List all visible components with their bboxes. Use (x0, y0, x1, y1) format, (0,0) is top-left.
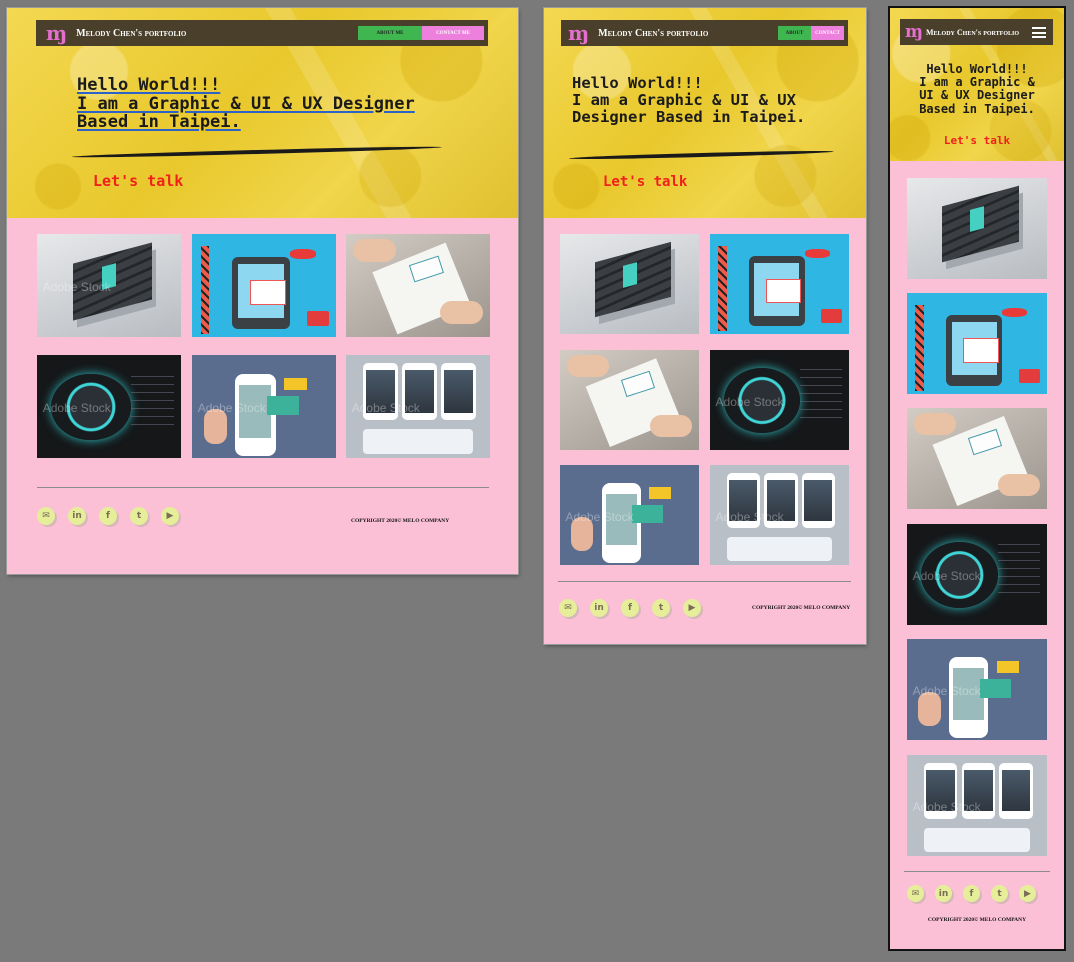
site-brand[interactable]: Melody Chen's portfolio (598, 28, 708, 39)
hamburger-menu-icon[interactable] (1032, 27, 1046, 38)
lets-talk-link[interactable]: Let's talk (890, 134, 1064, 147)
hero-line-1: Hello World!!! (572, 74, 703, 92)
hero-line-4: Based in Taipei. (919, 101, 1035, 116)
gallery-tile-hands-sketching[interactable] (346, 234, 490, 337)
logo-icon[interactable]: ɱ (905, 23, 923, 41)
artboard-desktop: ɱ Melody Chen's portfolio ABOUT ME CONTA… (7, 8, 518, 574)
twitter-icon[interactable]: t (991, 885, 1008, 902)
social-links: ✉ in f t ▶ (907, 885, 1036, 902)
hero-heading: Hello World!!! I am a Graphic & UI & UX … (572, 74, 806, 127)
hero-line-3: Based in Taipei. (77, 112, 241, 133)
lets-talk-link[interactable]: Let's talk (603, 174, 687, 190)
footer-divider (904, 871, 1050, 872)
hero-line-2: I am a Graphic & UI & UX (572, 91, 796, 110)
lets-talk-link[interactable]: Let's talk (93, 172, 183, 190)
hero-line-3: UI & UX Designer (919, 88, 1035, 103)
gallery-tile-hands-sketching[interactable] (560, 350, 699, 450)
hero-heading: Hello World!!! I am a Graphic & UI & UX … (77, 76, 415, 132)
site-brand[interactable]: Melody Chen's portfolio (926, 28, 1019, 37)
gallery-tile-isometric-phone[interactable] (907, 178, 1047, 279)
gallery-tile-app-construction[interactable] (192, 234, 336, 337)
linkedin-icon[interactable]: in (590, 599, 608, 617)
mail-icon[interactable]: ✉ (559, 599, 577, 617)
hero-line-1: Hello World!!! (77, 75, 221, 95)
gallery-tile-dial-knob[interactable]: Adobe Stock (37, 355, 181, 458)
youtube-icon[interactable]: ▶ (161, 507, 179, 525)
nav-contact-button[interactable]: CONTACT (811, 26, 844, 40)
gallery-tile-isometric-phone[interactable] (560, 234, 699, 334)
site-brand[interactable]: Melody Chen's portfolio (76, 28, 186, 39)
gallery-tile-hands-sketching[interactable] (907, 408, 1047, 509)
mail-icon[interactable]: ✉ (907, 885, 924, 902)
mail-icon[interactable]: ✉ (37, 507, 55, 525)
twitter-icon[interactable]: t (130, 507, 148, 525)
logo-icon[interactable]: ɱ (568, 23, 589, 43)
artboard-mobile: ɱ Melody Chen's portfolio Hello World!!!… (890, 8, 1064, 949)
nav-contact-button[interactable]: CONTACT ME (422, 26, 484, 40)
copyright-text: COPYRIGHT 2020© MELO COMPANY (752, 605, 851, 611)
footer-divider (558, 581, 851, 582)
copyright-text: COPYRIGHT 2020© MELO COMPANY (351, 518, 450, 524)
navbar: ɱ Melody Chen's portfolio ABOUT ME CONTA… (36, 20, 488, 46)
navbar: ɱ Melody Chen's portfolio (900, 19, 1053, 45)
nav-about-button[interactable]: ABOUT (778, 26, 811, 40)
hero-heading: Hello World!!! I am a Graphic & UI & UX … (890, 62, 1064, 116)
gallery-tile-dial-knob[interactable]: Adobe Stock (710, 350, 849, 450)
social-links: ✉ in f t ▶ (559, 599, 701, 617)
gallery-tile-app-construction[interactable] (907, 293, 1047, 394)
artboard-tablet: ɱ Melody Chen's portfolio ABOUT CONTACT … (544, 8, 866, 644)
facebook-icon[interactable]: f (621, 599, 639, 617)
facebook-icon[interactable]: f (963, 885, 980, 902)
youtube-icon[interactable]: ▶ (683, 599, 701, 617)
gallery-tile-app-screens[interactable]: Adobe Stock (346, 355, 490, 458)
gallery-tile-mobile-shopping[interactable]: Adobe Stock (560, 465, 699, 565)
twitter-icon[interactable]: t (652, 599, 670, 617)
youtube-icon[interactable]: ▶ (1019, 885, 1036, 902)
linkedin-icon[interactable]: in (935, 885, 952, 902)
gallery-tile-mobile-shopping[interactable]: Adobe Stock (192, 355, 336, 458)
logo-icon[interactable]: ɱ (46, 23, 67, 43)
social-links: ✉ in f t ▶ (37, 507, 179, 525)
copyright-text: COPYRIGHT 2020© MELO COMPANY (927, 917, 1027, 923)
navbar: ɱ Melody Chen's portfolio ABOUT CONTACT (561, 20, 848, 46)
footer-divider (37, 487, 489, 488)
nav-about-button[interactable]: ABOUT ME (358, 26, 422, 40)
hero-line-2: I am a Graphic & UI & UX Designer (77, 93, 415, 114)
gallery-tile-app-construction[interactable] (710, 234, 849, 334)
gallery-tile-app-screens[interactable]: Adobe Stock (907, 755, 1047, 856)
gallery-tile-app-screens[interactable]: Adobe Stock (710, 465, 849, 565)
gallery-tile-mobile-shopping[interactable]: Adobe Stock (907, 639, 1047, 740)
facebook-icon[interactable]: f (99, 507, 117, 525)
gallery-tile-isometric-phone[interactable]: Adobe Stock (37, 234, 181, 337)
linkedin-icon[interactable]: in (68, 507, 86, 525)
hero-line-3: Designer Based in Taipei. (572, 108, 806, 127)
gallery-tile-dial-knob[interactable]: Adobe Stock (907, 524, 1047, 625)
